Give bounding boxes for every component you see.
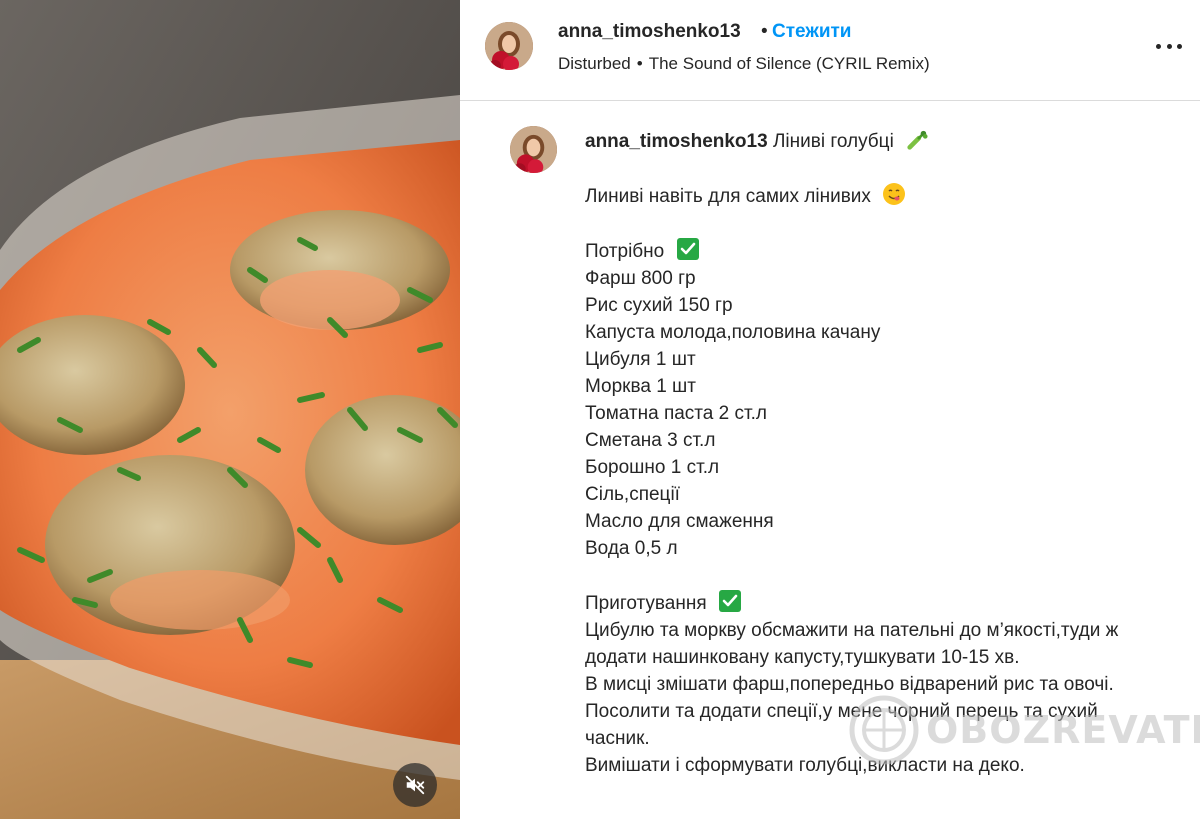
caption-avatar[interactable] — [510, 126, 557, 173]
post-media[interactable] — [0, 0, 460, 819]
caption-tagline-line: Линиві навіть для самих лінивих — [585, 182, 1145, 210]
caption-username[interactable]: anna_timoshenko13 — [585, 131, 768, 152]
header-separator: • — [761, 21, 768, 42]
post-caption: anna_timoshenko13 Ліниві голубці Линиві … — [585, 128, 1145, 779]
caption-tagline: Линиві навіть для самих лінивих — [585, 186, 871, 207]
post-panel: anna_timoshenko13 • Стежити Disturbed • Th… — [460, 0, 1200, 819]
ingredient-item: Рис сухий 150 гр — [585, 295, 733, 316]
music-artist[interactable]: Disturbed — [558, 54, 631, 73]
step-item: Посолити та додати спеції,у мене чорний … — [585, 701, 1098, 749]
avatar[interactable] — [485, 22, 533, 70]
celery-emoji-icon — [907, 130, 928, 150]
check-mark-emoji-icon — [676, 238, 699, 260]
yum-face-emoji-icon — [883, 183, 906, 205]
caption-title: Ліниві голубці — [772, 131, 894, 152]
ingredient-item: Вода 0,5 л — [585, 538, 678, 559]
ingredients-heading: Потрібно — [585, 241, 665, 262]
ingredients-heading-line: Потрібно — [585, 237, 1145, 265]
music-info[interactable]: Disturbed • The Sound of Silence (CYRIL Re… — [558, 54, 930, 74]
ingredient-item: Сіль,спеції — [585, 484, 680, 505]
step-item: Цибулю та моркву обсмажити на пательні д… — [585, 620, 1119, 668]
check-mark-emoji-icon — [718, 590, 741, 612]
header-username[interactable]: anna_timoshenko13 — [558, 21, 741, 43]
step-item: В мисці змішати фарш,попередньо відварен… — [585, 674, 1114, 695]
ingredient-item: Масло для смаження — [585, 511, 774, 532]
step-item: Вимішати і сформувати голубці,викласти н… — [585, 755, 1025, 776]
ingredient-item: Томатна паста 2 ст.л — [585, 403, 767, 424]
more-options-icon[interactable] — [1156, 36, 1182, 56]
ingredient-item: Сметана 3 ст.л — [585, 430, 716, 451]
caption-title-line: anna_timoshenko13 Ліниві голубці — [585, 128, 1145, 155]
ingredient-item: Фарш 800 гр — [585, 268, 696, 289]
music-track[interactable]: The Sound of Silence (CYRIL Remix) — [649, 54, 930, 73]
ingredient-item: Морква 1 шт — [585, 376, 697, 397]
steps-heading: Приготування — [585, 593, 707, 614]
dish-photo — [0, 0, 460, 819]
steps-heading-line: Приготування — [585, 589, 1145, 617]
speaker-muted-icon — [405, 775, 425, 795]
follow-button[interactable]: Стежити — [772, 21, 851, 43]
ingredient-item: Борошно 1 ст.л — [585, 457, 720, 478]
ingredient-item: Капуста молода,половина качану — [585, 322, 881, 343]
music-separator: • — [636, 54, 643, 73]
mute-button[interactable] — [393, 763, 437, 807]
post-header: anna_timoshenko13 • Стежити Disturbed • Th… — [460, 0, 1200, 101]
ingredient-item: Цибуля 1 шт — [585, 349, 696, 370]
